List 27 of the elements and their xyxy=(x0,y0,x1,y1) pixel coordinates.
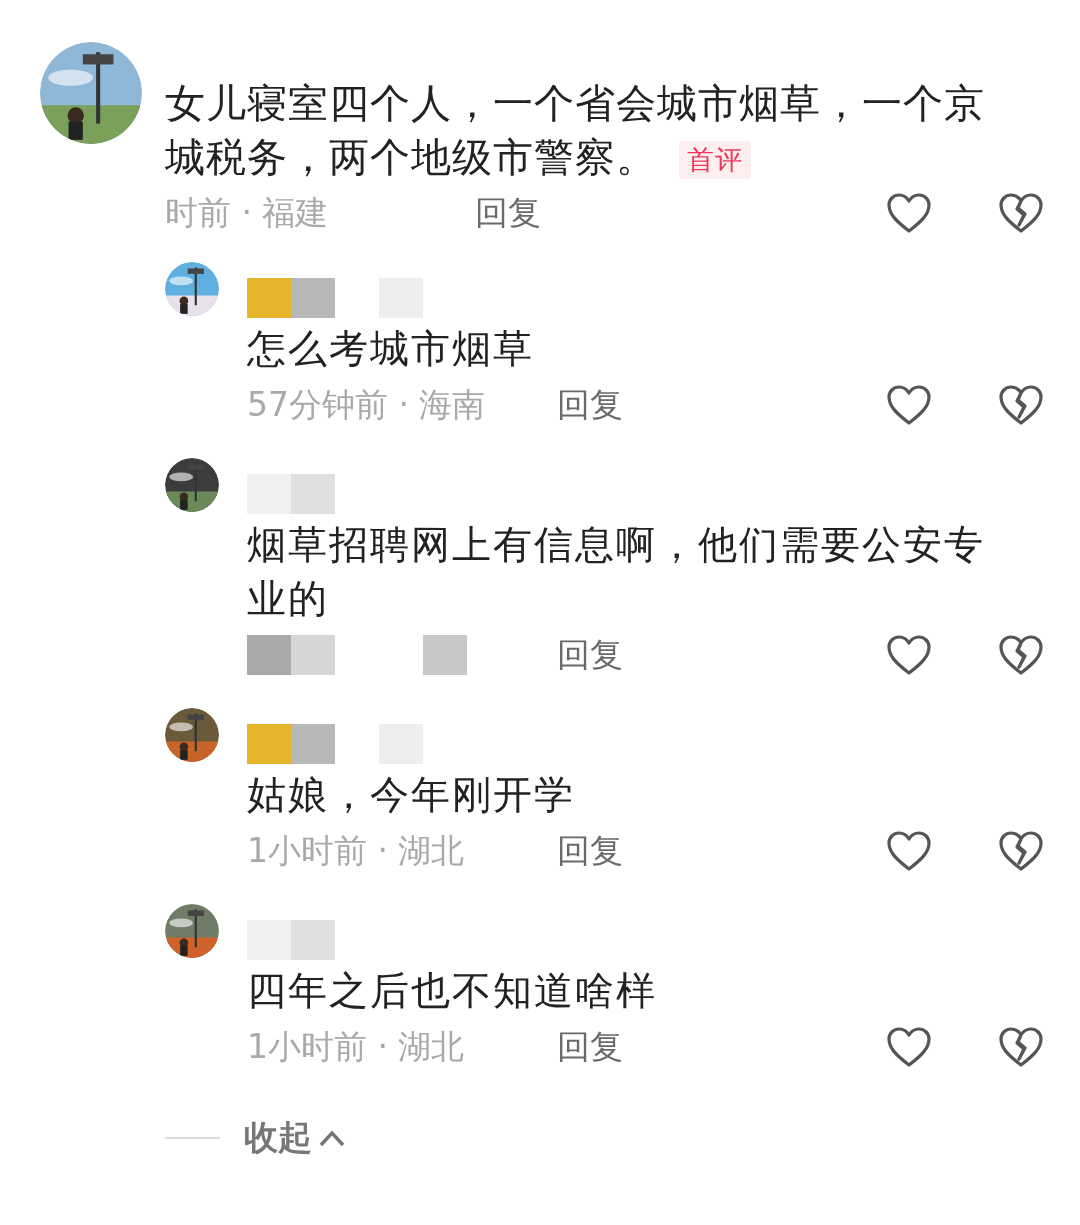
reply-button[interactable]: 回复 xyxy=(557,380,623,430)
timestamp-location: 1小时前 · 湖北 xyxy=(247,1026,466,1069)
timestamp-location: 57分钟前 · 海南 xyxy=(247,384,487,427)
broken-heart-icon[interactable] xyxy=(998,192,1044,234)
reply-button[interactable]: 回复 xyxy=(557,1022,623,1072)
like-icon[interactable] xyxy=(886,384,932,426)
reply-button[interactable]: 回复 xyxy=(557,826,623,876)
reply-text: 怎么考城市烟草 xyxy=(247,325,535,373)
reply-text: 烟草招聘网上有信息啊，他们需要公安专业的 xyxy=(247,521,986,623)
timestamp-location: 时前 · 福建 xyxy=(165,192,330,235)
reply-button[interactable]: 回复 xyxy=(475,188,541,238)
broken-heart-icon[interactable] xyxy=(998,1026,1044,1068)
like-icon[interactable] xyxy=(886,634,932,676)
broken-heart-icon[interactable] xyxy=(998,634,1044,676)
like-icon[interactable] xyxy=(886,1026,932,1068)
collapse-button[interactable]: 收起 xyxy=(244,1112,346,1163)
comment-text: 女儿寝室四个人，一个省会城市烟草，一个京城税务，两个地级市警察。 首评 xyxy=(165,79,986,182)
broken-heart-icon[interactable] xyxy=(998,830,1044,872)
broken-heart-icon[interactable] xyxy=(998,384,1044,426)
reply-text: 姑娘，今年刚开学 xyxy=(247,771,576,819)
caret-up-icon xyxy=(318,1128,346,1147)
reply-button[interactable]: 回复 xyxy=(557,630,623,680)
like-icon[interactable] xyxy=(886,192,932,234)
reply-text: 四年之后也不知道啥样 xyxy=(247,967,658,1015)
like-icon[interactable] xyxy=(886,830,932,872)
timestamp-location: 1小时前 · 湖北 xyxy=(247,830,466,873)
first-comment-badge: 首评 xyxy=(679,141,751,179)
